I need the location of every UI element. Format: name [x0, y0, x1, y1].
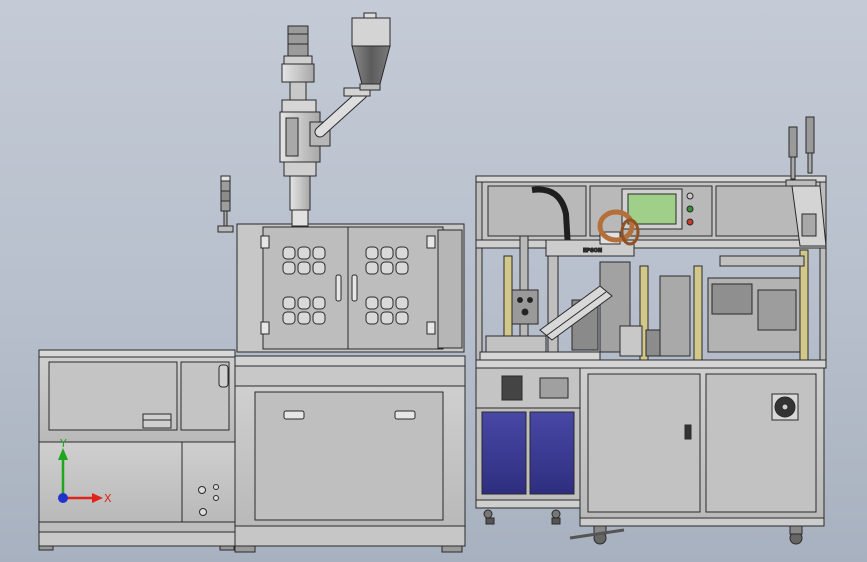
control-buttons	[686, 192, 694, 226]
vent-hole	[380, 261, 394, 275]
vent-hole	[395, 246, 409, 260]
vent-hole	[395, 261, 409, 275]
vent-hole	[312, 261, 326, 275]
vent-hole	[297, 261, 311, 275]
vent-hole	[395, 296, 409, 310]
vent-hole	[282, 246, 296, 260]
z-axis-icon	[58, 493, 68, 503]
vent-hole	[312, 311, 326, 325]
center-base-cabinet	[234, 355, 466, 553]
electrical-cabinet	[475, 367, 581, 525]
left-bench	[38, 349, 236, 551]
vent-hole	[312, 296, 326, 310]
vent-hole	[297, 246, 311, 260]
vent-hole	[365, 261, 379, 275]
vent-hole	[282, 261, 296, 275]
cad-machine-drawing: EPSON Y X	[38, 12, 827, 553]
vent-hole	[365, 311, 379, 325]
main-right-cabinet	[569, 367, 825, 545]
vent-hole	[380, 246, 394, 260]
vent-hole	[380, 311, 394, 325]
vent-hole	[365, 246, 379, 260]
vent-hole	[395, 311, 409, 325]
vent-hole	[297, 311, 311, 325]
left-signal-tower	[217, 175, 234, 233]
material-hopper	[351, 12, 391, 91]
feed-pipe	[314, 87, 371, 138]
vent-hole	[282, 311, 296, 325]
vent-hole	[297, 296, 311, 310]
vent-hole	[380, 296, 394, 310]
vent-hole	[365, 296, 379, 310]
robot-brand-label: EPSON	[583, 248, 602, 254]
right-work-table	[475, 359, 827, 369]
x-axis-label: X	[104, 492, 112, 505]
y-axis-label: Y	[59, 437, 67, 450]
vent-hole	[282, 296, 296, 310]
vent-hole	[312, 246, 326, 260]
